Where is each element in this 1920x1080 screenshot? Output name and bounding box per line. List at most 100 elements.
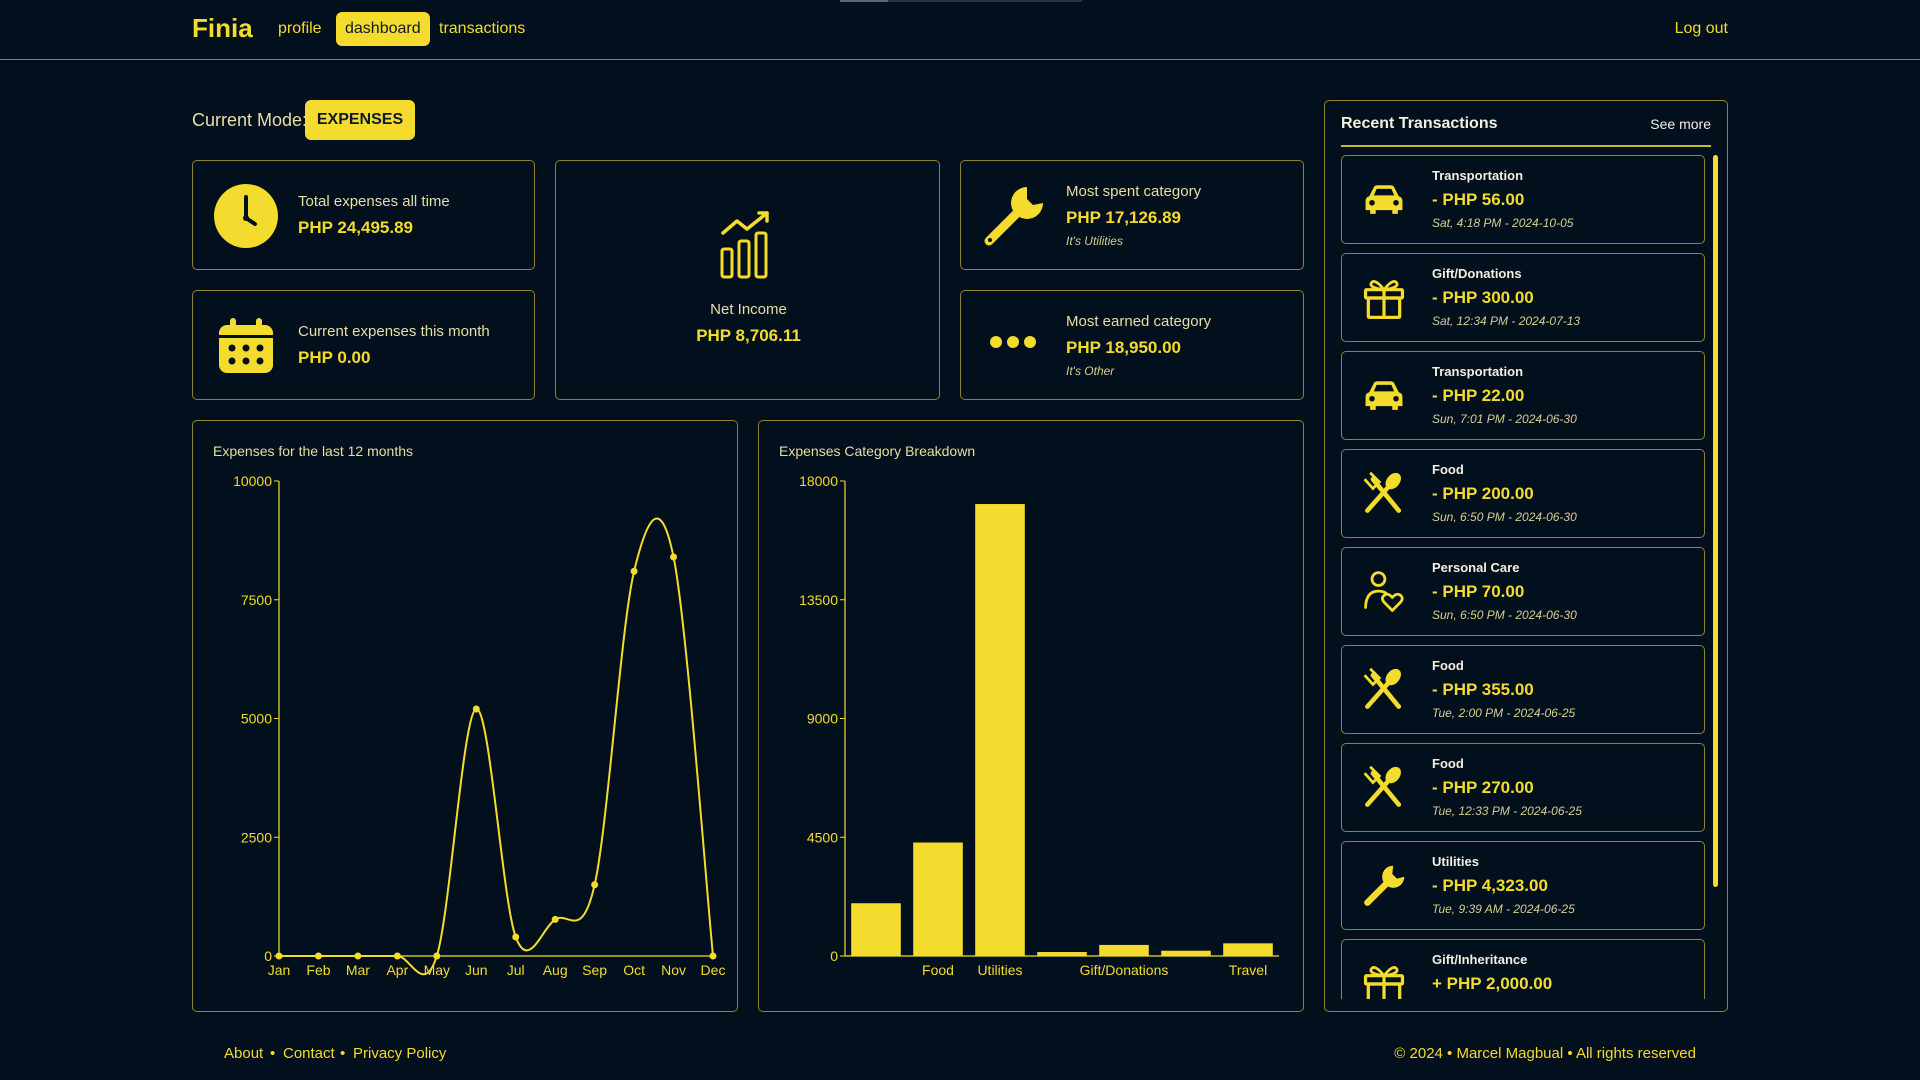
bar [851, 903, 901, 956]
app-logo[interactable]: Finia [192, 13, 253, 44]
transaction-item[interactable]: Food - PHP 200.00 Sun, 6:50 PM - 2024-06-3… [1341, 449, 1705, 538]
fork-spoon-icon [1363, 471, 1402, 513]
nav-profile[interactable]: profile [269, 12, 331, 46]
bar [1161, 950, 1211, 956]
car-icon [1365, 381, 1403, 410]
chart-growth-icon [720, 211, 769, 279]
transaction-item[interactable]: Gift/Inheritance + PHP 2,000.00 [1341, 939, 1705, 999]
nav-dashboard[interactable]: dashboard [336, 12, 430, 46]
y-tick-label: 4500 [807, 829, 838, 845]
fork-spoon-icon [1363, 667, 1402, 709]
footer-contact-link[interactable]: Contact [283, 1045, 335, 1062]
footer-copyright: © 2024 • Marcel Magbual • All rights res… [1394, 1045, 1696, 1062]
gift-icon [1363, 966, 1405, 999]
mode-toggle-button[interactable]: EXPENSES [305, 100, 415, 140]
calendar-icon [219, 318, 273, 373]
transaction-amount: - PHP 270.00 [1432, 778, 1534, 797]
x-tick-label: Utilities [977, 962, 1022, 978]
x-tick-label: Jan [268, 962, 291, 978]
transactions-list[interactable]: Transportation - PHP 56.00 Sat, 4:18 PM - … [1341, 155, 1707, 999]
bar [1037, 952, 1087, 956]
most-earned-value: PHP 18,950.00 [1066, 338, 1181, 357]
transaction-amount: - PHP 355.00 [1432, 680, 1534, 699]
x-tick-label: Nov [661, 962, 686, 978]
transaction-item[interactable]: Food - PHP 270.00 Tue, 12:33 PM - 2024-06-… [1341, 743, 1705, 832]
category-breakdown-bar-chart: 0 4500 9000 13500 18000 Food Utilities Gift/Don… [799, 473, 1279, 978]
transaction-item[interactable]: Transportation - PHP 56.00 Sat, 4:18 PM - … [1341, 155, 1705, 244]
net-income-value: PHP 8,706.11 [696, 326, 801, 345]
top-indicator [840, 0, 1082, 2]
mode-label: Current Mode: [192, 110, 308, 130]
data-point [630, 567, 638, 575]
data-point [275, 952, 283, 960]
data-point [591, 881, 599, 889]
transaction-item[interactable]: Personal Care - PHP 70.00 Sun, 6:50 PM - 2… [1341, 547, 1705, 636]
data-point [709, 952, 717, 960]
transaction-item[interactable]: Gift/Donations - PHP 300.00 Sat, 12:34 PM … [1341, 253, 1705, 342]
transaction-date: Sat, 12:34 PM - 2024-07-13 [1432, 314, 1581, 328]
x-tick-label: Dec [701, 962, 726, 978]
transaction-category: Gift/Donations [1432, 266, 1522, 281]
footer-privacy-link[interactable]: Privacy Policy [353, 1045, 446, 1062]
y-tick-label: 9000 [807, 711, 838, 727]
wrench-icon [984, 187, 1043, 246]
fork-spoon-icon [1363, 765, 1402, 807]
car-icon [1365, 185, 1403, 214]
transaction-date: Sun, 7:01 PM - 2024-06-30 [1432, 412, 1577, 426]
most-spent-category: It's Utilities [1066, 234, 1123, 248]
bar [975, 504, 1025, 956]
x-tick-label: Mar [346, 962, 370, 978]
dots-icon [990, 336, 1036, 348]
transaction-date: Tue, 2:00 PM - 2024-06-25 [1432, 706, 1576, 720]
nav-transactions[interactable]: transactions [430, 12, 534, 46]
monthly-expenses-value: PHP 0.00 [298, 348, 371, 367]
wrench-icon [1364, 865, 1405, 906]
data-point [393, 952, 401, 960]
transaction-item[interactable]: Transportation - PHP 22.00 Sun, 7:01 PM - … [1341, 351, 1705, 440]
transaction-category: Food [1432, 658, 1464, 673]
monthly-expenses-line-chart: 025005000750010000Jan Feb Mar Apr May Jun Jul A… [233, 473, 726, 978]
most-earned-label: Most earned category [1066, 313, 1212, 330]
footer-about-link[interactable]: About [224, 1045, 263, 1062]
scrollbar[interactable] [1713, 155, 1718, 887]
most-spent-card: Most spent category PHP 17,126.89 It's U… [960, 160, 1304, 270]
data-point [512, 933, 520, 941]
x-tick-label: Apr [386, 962, 408, 978]
transaction-category: Utilities [1432, 854, 1479, 869]
y-tick-label: 7500 [241, 592, 272, 608]
x-tick-label: Feb [306, 962, 330, 978]
category-breakdown-chart-card: Expenses Category Breakdown 0 4500 9000 135… [758, 420, 1304, 1012]
gift-icon [1363, 280, 1405, 319]
monthly-expenses-card: Current expenses this month PHP 0.00 [192, 290, 535, 400]
transaction-item[interactable]: Food - PHP 355.00 Tue, 2:00 PM - 2024-06-2… [1341, 645, 1705, 734]
transaction-amount: + PHP 2,000.00 [1432, 974, 1553, 993]
x-tick-label: Oct [623, 962, 645, 978]
total-expenses-card: Total expenses all time PHP 24,495.89 [192, 160, 535, 270]
transaction-category: Gift/Inheritance [1432, 952, 1528, 967]
transaction-date: Sun, 6:50 PM - 2024-06-30 [1432, 608, 1577, 622]
transaction-category: Personal Care [1432, 560, 1520, 575]
x-tick-label: Aug [543, 962, 568, 978]
transaction-amount: - PHP 22.00 [1432, 386, 1525, 405]
monthly-expenses-chart-card: Expenses for the last 12 months 0 2500 500… [192, 420, 738, 1012]
data-point [670, 553, 678, 561]
transaction-category: Transportation [1432, 168, 1524, 183]
see-more-link[interactable]: See more [1650, 116, 1711, 132]
x-tick-label: Jul [507, 962, 525, 978]
y-tick-label: 13500 [799, 592, 838, 608]
y-tick-label: 2500 [241, 829, 272, 845]
bar [913, 842, 963, 956]
data-point [551, 915, 559, 923]
y-tick-label: 5000 [241, 711, 272, 727]
person-heart-icon [1364, 571, 1404, 612]
footer-separator: • [340, 1045, 346, 1062]
transaction-item[interactable]: Utilities - PHP 4,323.00 Tue, 9:39 AM - 20… [1341, 841, 1705, 930]
series-line [279, 517, 714, 976]
logout-link[interactable]: Log out [1675, 20, 1728, 38]
transaction-amount: - PHP 200.00 [1432, 484, 1534, 503]
x-tick-label: Gift/Donations [1080, 962, 1169, 978]
data-point [314, 952, 322, 960]
recent-transactions-title: Recent Transactions [1341, 115, 1498, 132]
most-spent-value: PHP 17,126.89 [1066, 208, 1181, 227]
most-earned-category: It's Other [1066, 364, 1115, 378]
